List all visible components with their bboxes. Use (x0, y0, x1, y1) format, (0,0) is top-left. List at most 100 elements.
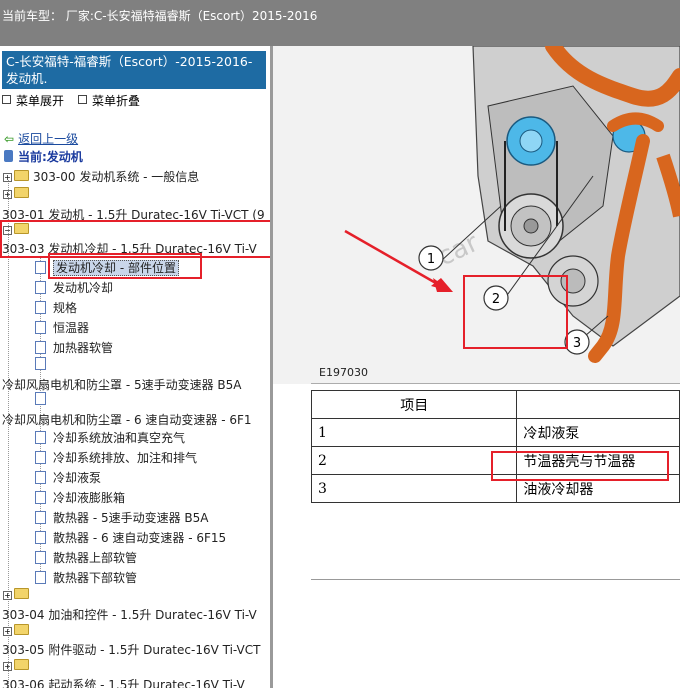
annotation-box (48, 253, 202, 279)
tree-item-engine-cooling[interactable]: 发动机冷却 (35, 279, 113, 296)
divider-line (311, 579, 680, 580)
document-icon (35, 321, 46, 334)
tree-item-upper-hose[interactable]: 散热器上部软管 (35, 549, 137, 566)
collapse-label: 菜单折叠 (92, 94, 141, 108)
table-header-item: 项目 (310, 390, 518, 419)
tree-item-fan-6f15[interactable]: 冷却风扇电机和防尘罩 - 6 速自动变速器 - 6F1 (2, 411, 252, 428)
document-icon (35, 301, 46, 314)
computer-icon (4, 150, 13, 162)
document-icon (35, 261, 46, 274)
tree-item-label: 恒温器 (53, 321, 90, 335)
tree-item-label: 散热器上部软管 (53, 551, 138, 565)
callout-2-label: 2 (492, 292, 500, 307)
tree-item-doc-icon-row[interactable] (35, 392, 53, 406)
document-icon (35, 281, 46, 294)
tree-item-303-01-icon-row[interactable]: + (3, 187, 33, 201)
tree-item-radiator-b5a[interactable]: 散热器 - 5速手动变速器 B5A (35, 509, 209, 526)
document-icon (35, 431, 46, 444)
back-link[interactable]: ⇦ 返回上一级 (4, 130, 78, 147)
annotation-box (491, 451, 669, 481)
document-icon (35, 551, 46, 564)
expand-icon: + (3, 662, 12, 671)
table-cell-num: 1 (310, 418, 518, 447)
figure-code: E197030 (319, 366, 368, 379)
tree-item-label: 加热器软管 (53, 341, 114, 355)
tree-item-lower-hose[interactable]: 散热器下部软管 (35, 569, 137, 586)
title-bar: 当前车型： 厂家:C-长安福特福睿斯（Escort）2015-2016 (0, 0, 680, 46)
tree-item-label: 冷却系统放油和真空充气 (53, 431, 186, 445)
tree-item-label: 冷却液膨胀箱 (53, 491, 126, 505)
tree-item-label: 散热器 - 5速手动变速器 B5A (53, 511, 209, 525)
document-icon (35, 491, 46, 504)
expand-icon: + (3, 627, 12, 636)
tree-item-drain-vacuum[interactable]: 冷却系统放油和真空充气 (35, 429, 185, 446)
document-icon (35, 357, 46, 370)
folder-icon (14, 659, 29, 670)
tree-item-303-06-icon-row[interactable]: + (3, 659, 33, 673)
tree-item-drain-fill-bleed[interactable]: 冷却系统排放、加注和排气 (35, 449, 197, 466)
breadcrumb: C-长安福特-福睿斯（Escort）-2015-2016- 发动机. (2, 51, 266, 89)
table-header-empty (516, 390, 680, 419)
tree-item-specifications[interactable]: 规格 (35, 299, 77, 316)
tree-item-label: 303-04 加油和控件 - 1.5升 Duratec-16V Ti-V (2, 608, 257, 622)
document-icon (35, 531, 46, 544)
document-icon (35, 571, 46, 584)
tree-item-303-05-icon-row[interactable]: + (3, 624, 33, 638)
tree-item-label: 冷却液泵 (53, 471, 102, 485)
tree-item-303-04-icon-row[interactable]: + (3, 588, 33, 602)
document-icon (35, 451, 46, 464)
folder-icon (14, 170, 29, 181)
table-header-row: 项目 (310, 390, 680, 419)
back-label: 返回上一级 (18, 132, 79, 146)
expand-icon: + (3, 173, 12, 182)
expand-menu-button[interactable]: 菜单展开 (2, 92, 64, 109)
tree-item-expansion-tank[interactable]: 冷却液膨胀箱 (35, 489, 125, 506)
expand-icon: + (3, 591, 12, 600)
tree-item-label: 冷却风扇电机和防尘罩 - 5速手动变速器 B5A (2, 378, 242, 392)
tree-item-label: 发动机冷却 (53, 281, 114, 295)
document-icon (35, 341, 46, 354)
tree-item-303-00[interactable]: +303-00 发动机系统 - 一般信息 (3, 168, 199, 185)
tree-item-radiator-6f15[interactable]: 散热器 - 6 速自动变速器 - 6F15 (35, 529, 226, 546)
tree-item-fan-b5a[interactable]: 冷却风扇电机和防尘罩 - 5速手动变速器 B5A (2, 376, 242, 393)
expand-label: 菜单展开 (16, 94, 65, 108)
tree-item-label: 冷却系统排放、加注和排气 (53, 451, 198, 465)
folder-icon (14, 588, 29, 599)
tree-item-doc-icon-row[interactable] (35, 357, 53, 371)
current-location: 当前:发动机 (4, 148, 83, 165)
table-cell-name: 冷却液泵 (516, 418, 680, 447)
tree-item-label: 散热器下部软管 (53, 571, 138, 585)
tree-item-303-04[interactable]: 303-04 加油和控件 - 1.5升 Duratec-16V Ti-V (2, 606, 257, 623)
content-pane: car 1 2 3 E197030 项目 1 冷却液泵 2 节温器壳与节温器 3… (273, 46, 680, 688)
table-row: 1 冷却液泵 (310, 418, 680, 447)
folder-icon (14, 624, 29, 635)
sidebar: C-长安福特-福睿斯（Escort）-2015-2016- 发动机. 菜单展开 … (0, 46, 270, 688)
folder-icon (14, 187, 29, 198)
current-label: 当前:发动机 (18, 150, 83, 164)
expand-icon: + (3, 190, 12, 199)
callout-3-label: 3 (573, 336, 581, 351)
document-icon (35, 471, 46, 484)
vehicle-title: 当前车型： 厂家:C-长安福特福睿斯（Escort）2015-2016 (2, 9, 318, 23)
table-cell-num: 2 (310, 446, 518, 475)
tree-item-label: 303-06 起动系统 - 1.5升 Duratec-16V Ti-V (2, 678, 245, 688)
document-icon (35, 511, 46, 524)
tree-item-heater-hoses[interactable]: 加热器软管 (35, 339, 113, 356)
collapse-menu-button[interactable]: 菜单折叠 (78, 92, 140, 109)
square-icon (2, 95, 11, 104)
tree-item-label: 散热器 - 6 速自动变速器 - 6F15 (53, 531, 227, 545)
tree-item-thermostat[interactable]: 恒温器 (35, 319, 89, 336)
engine-diagram: car 1 2 3 E197030 (273, 46, 680, 384)
parts-table: 项目 1 冷却液泵 2 节温器壳与节温器 3 油液冷却器 (310, 390, 680, 503)
tree-item-label: 规格 (53, 301, 78, 315)
square-icon (78, 95, 87, 104)
document-icon (35, 392, 46, 405)
tree-item-coolant-pump[interactable]: 冷却液泵 (35, 469, 101, 486)
callout-1-label: 1 (427, 252, 435, 267)
tree-item-303-06[interactable]: 303-06 起动系统 - 1.5升 Duratec-16V Ti-V (2, 676, 245, 688)
tree-item-label: 303-00 发动机系统 - 一般信息 (33, 170, 200, 184)
tree-item-label: 303-05 附件驱动 - 1.5升 Duratec-16V Ti-VCT (2, 643, 261, 657)
arrow-left-icon: ⇦ (4, 132, 15, 146)
tree-item-label: 冷却风扇电机和防尘罩 - 6 速自动变速器 - 6F1 (2, 413, 252, 427)
tree-item-303-05[interactable]: 303-05 附件驱动 - 1.5升 Duratec-16V Ti-VCT (2, 641, 260, 658)
